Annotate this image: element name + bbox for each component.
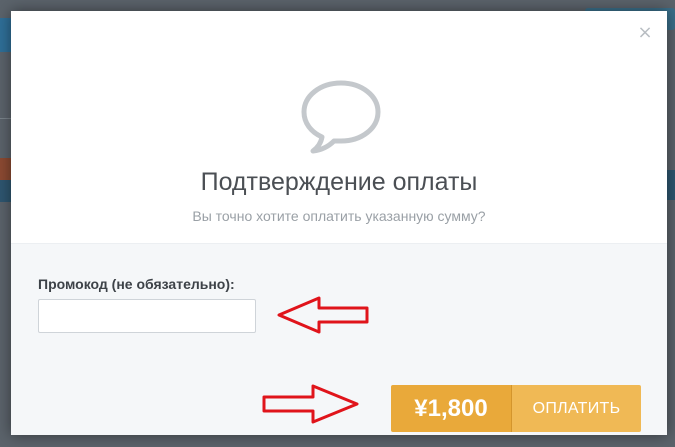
pay-button[interactable]: ¥1,800 ОПЛАТИТЬ xyxy=(391,385,641,432)
annotation-arrow-left xyxy=(277,296,369,334)
modal-subtitle: Вы точно хотите оплатить указанную сумму… xyxy=(192,208,486,224)
speech-bubble-icon xyxy=(296,77,386,157)
promo-code-input[interactable] xyxy=(38,299,256,333)
close-icon[interactable]: × xyxy=(637,24,653,42)
payment-confirmation-modal: × Подтверждение оплаты Вы точно хотите о… xyxy=(11,11,667,435)
promo-code-label: Промокод (не обязательно): xyxy=(38,276,235,292)
annotation-arrow-right xyxy=(262,384,359,424)
modal-title: Подтверждение оплаты xyxy=(200,168,478,196)
payment-amount: ¥1,800 xyxy=(391,385,511,432)
modal-form-section: Промокод (не обязательно): ¥1,800 ОПЛАТИ… xyxy=(11,243,667,435)
pay-button-label: ОПЛАТИТЬ xyxy=(512,385,641,432)
